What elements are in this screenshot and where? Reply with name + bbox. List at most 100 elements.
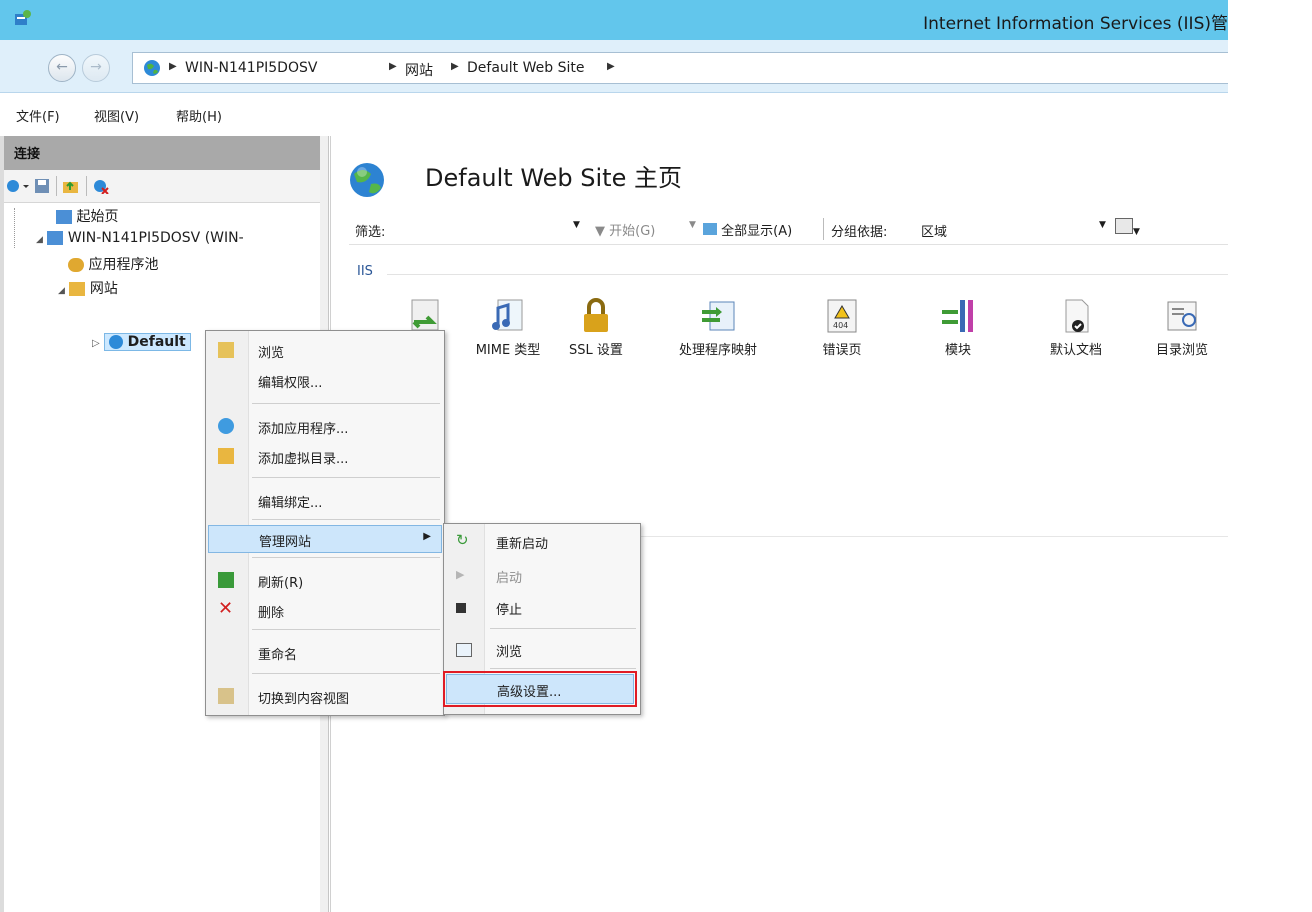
connections-header: 连接 bbox=[0, 136, 320, 170]
menu-item-label: 编辑权限... bbox=[258, 376, 323, 391]
submenu-item-browse[interactable]: 浏览 bbox=[444, 636, 640, 662]
menu-item-label: 启动 bbox=[496, 571, 523, 586]
disconnect-icon[interactable] bbox=[92, 178, 110, 198]
menu-item-label: 切换到内容视图 bbox=[258, 692, 350, 707]
menu-separator bbox=[252, 403, 440, 404]
submenu-item-start[interactable]: ▶ 启动 bbox=[444, 562, 640, 588]
breadcrumb-item-default-site[interactable]: Default Web Site bbox=[467, 60, 584, 76]
breadcrumb-separator-icon: ▶ bbox=[169, 61, 177, 72]
start-page-icon bbox=[56, 210, 72, 224]
collapse-arrow-icon[interactable]: ◢ bbox=[36, 235, 43, 245]
menu-item-refresh[interactable]: 刷新(R) bbox=[206, 567, 444, 593]
expand-arrow-icon[interactable]: ▷ bbox=[92, 338, 100, 349]
window-title: Internet Information Services (IIS)管 bbox=[923, 14, 1228, 34]
filter-dropdown-icon[interactable]: ▼ bbox=[573, 220, 580, 230]
collapse-arrow-icon[interactable]: ◢ bbox=[58, 286, 65, 296]
menu-item-edit-permissions[interactable]: 编辑权限... bbox=[206, 367, 444, 393]
feature-directory-browsing[interactable]: 目录浏览 bbox=[1141, 296, 1223, 360]
menu-view[interactable]: 视图(V) bbox=[94, 106, 139, 125]
save-icon[interactable] bbox=[34, 178, 50, 198]
menu-item-label: 浏览 bbox=[496, 645, 523, 660]
menu-separator bbox=[252, 477, 440, 478]
feature-label: MIME 类型 bbox=[475, 343, 541, 358]
feature-mime-types[interactable]: MIME 类型 bbox=[467, 296, 549, 360]
feature-ssl-settings[interactable]: SSL 设置 bbox=[555, 296, 637, 360]
menu-item-rename[interactable]: 重命名 bbox=[206, 639, 444, 665]
feature-error-pages[interactable]: 404 错误页 bbox=[801, 296, 883, 360]
tree-item-start-page[interactable]: 起始页 bbox=[56, 206, 118, 226]
menu-file[interactable]: 文件(F) bbox=[16, 106, 60, 125]
feature-default-document[interactable]: 默认文档 bbox=[1035, 296, 1117, 360]
view-toggle-button[interactable]: ▼ bbox=[1115, 218, 1140, 238]
go-button[interactable]: ▼ 开始(G) bbox=[595, 220, 655, 239]
menu-item-edit-bindings[interactable]: 编辑绑定... bbox=[206, 487, 444, 513]
menu-item-label: 编辑绑定... bbox=[258, 496, 323, 511]
breadcrumb-item-server[interactable]: WIN-N141PI5DOSV bbox=[185, 60, 317, 76]
forward-arrow-icon: → bbox=[90, 59, 102, 75]
connections-title: 连接 bbox=[14, 147, 41, 162]
menu-item-switch-to-content-view[interactable]: 切换到内容视图 bbox=[206, 683, 444, 709]
back-button[interactable]: ← bbox=[48, 54, 76, 82]
server-icon bbox=[47, 231, 64, 245]
breadcrumb-separator-icon: ▶ bbox=[607, 61, 615, 72]
delete-icon: ✕ bbox=[218, 598, 234, 619]
filter-label: 筛选: bbox=[355, 225, 386, 240]
back-arrow-icon: ← bbox=[56, 59, 68, 75]
restart-icon: ↻ bbox=[456, 531, 469, 549]
browse-icon bbox=[456, 643, 472, 657]
tree-item-sites[interactable]: ◢ 网站 bbox=[58, 278, 118, 298]
menu-item-add-application[interactable]: 添加应用程序... bbox=[206, 413, 444, 439]
feature-label: 处理程序映射 bbox=[678, 343, 757, 358]
menu-item-delete[interactable]: ✕ 删除 bbox=[206, 597, 444, 623]
content-view-icon bbox=[218, 688, 234, 704]
menu-item-label: 添加应用程序... bbox=[258, 422, 349, 437]
error-pages-icon: 404 bbox=[822, 296, 862, 336]
tree-item-server[interactable]: ◢ WIN-N141PI5DOSV (WIN- bbox=[36, 230, 244, 246]
menu-item-label: 重命名 bbox=[258, 648, 298, 663]
submenu-item-stop[interactable]: 停止 bbox=[444, 594, 640, 620]
feature-label: 目录浏览 bbox=[1155, 343, 1208, 358]
menu-separator bbox=[252, 557, 440, 558]
modules-icon bbox=[938, 296, 978, 336]
filter-input[interactable] bbox=[405, 216, 583, 240]
show-all-button[interactable]: 全部显示(A) bbox=[703, 220, 792, 239]
group-by-select[interactable]: 区域 bbox=[921, 221, 947, 240]
forward-button[interactable]: → bbox=[82, 54, 110, 82]
menu-item-manage-website[interactable]: 管理网站 ▶ bbox=[208, 525, 442, 553]
tree-item-app-pools[interactable]: 应用程序池 bbox=[68, 254, 158, 274]
start-icon: ▶ bbox=[456, 568, 465, 581]
submenu-item-restart[interactable]: ↻ 重新启动 bbox=[444, 528, 640, 554]
menu-separator bbox=[252, 673, 440, 674]
submenu-item-advanced-settings[interactable]: 高级设置... bbox=[443, 671, 637, 707]
menu-separator bbox=[490, 628, 636, 629]
menu-help[interactable]: 帮助(H) bbox=[176, 106, 222, 125]
up-folder-icon[interactable] bbox=[62, 178, 80, 198]
left-window-edge bbox=[0, 136, 4, 912]
menu-item-label: 刷新(R) bbox=[258, 576, 304, 591]
feature-label: 默认文档 bbox=[1049, 343, 1102, 358]
menu-item-label: 高级设置... bbox=[497, 685, 562, 700]
feature-modules[interactable]: 模块 bbox=[917, 296, 999, 360]
menu-bar: 文件(F) 视图(V) 帮助(H) bbox=[0, 93, 1228, 135]
manage-website-submenu: ↻ 重新启动 ▶ 启动 停止 浏览 高级设置... bbox=[443, 523, 641, 715]
tree-item-label: 起始页 bbox=[76, 209, 119, 225]
group-header-iis: IIS bbox=[357, 264, 373, 279]
menu-item-add-virtual-directory[interactable]: 添加虚拟目录... bbox=[206, 443, 444, 469]
breadcrumb[interactable]: ▶ WIN-N141PI5DOSV ▶ 网站 ▶ Default Web Sit… bbox=[132, 52, 1230, 84]
go-dropdown-icon[interactable]: ▼ bbox=[689, 220, 696, 230]
tree-item-default-web-site[interactable]: ▷ Default bbox=[92, 333, 191, 351]
menu-item-browse[interactable]: 浏览 bbox=[206, 337, 444, 363]
connect-icon[interactable] bbox=[6, 178, 30, 198]
sites-folder-icon bbox=[69, 282, 86, 296]
group-by-dropdown-icon[interactable]: ▼ bbox=[1099, 220, 1106, 230]
toolbar-divider bbox=[86, 176, 87, 196]
svg-text:404: 404 bbox=[833, 321, 848, 330]
context-menu: 浏览 编辑权限... 添加应用程序... 添加虚拟目录... 编辑绑定... 管… bbox=[205, 330, 445, 716]
outside-window-area bbox=[1228, 0, 1312, 912]
iis-manager-icon bbox=[14, 9, 32, 27]
breadcrumb-separator-icon: ▶ bbox=[451, 61, 459, 72]
feature-handler-mappings[interactable]: 处理程序映射 bbox=[677, 296, 759, 360]
toolbar-divider bbox=[56, 176, 57, 196]
breadcrumb-item-sites[interactable]: 网站 bbox=[405, 60, 433, 80]
filter-divider bbox=[823, 218, 824, 240]
